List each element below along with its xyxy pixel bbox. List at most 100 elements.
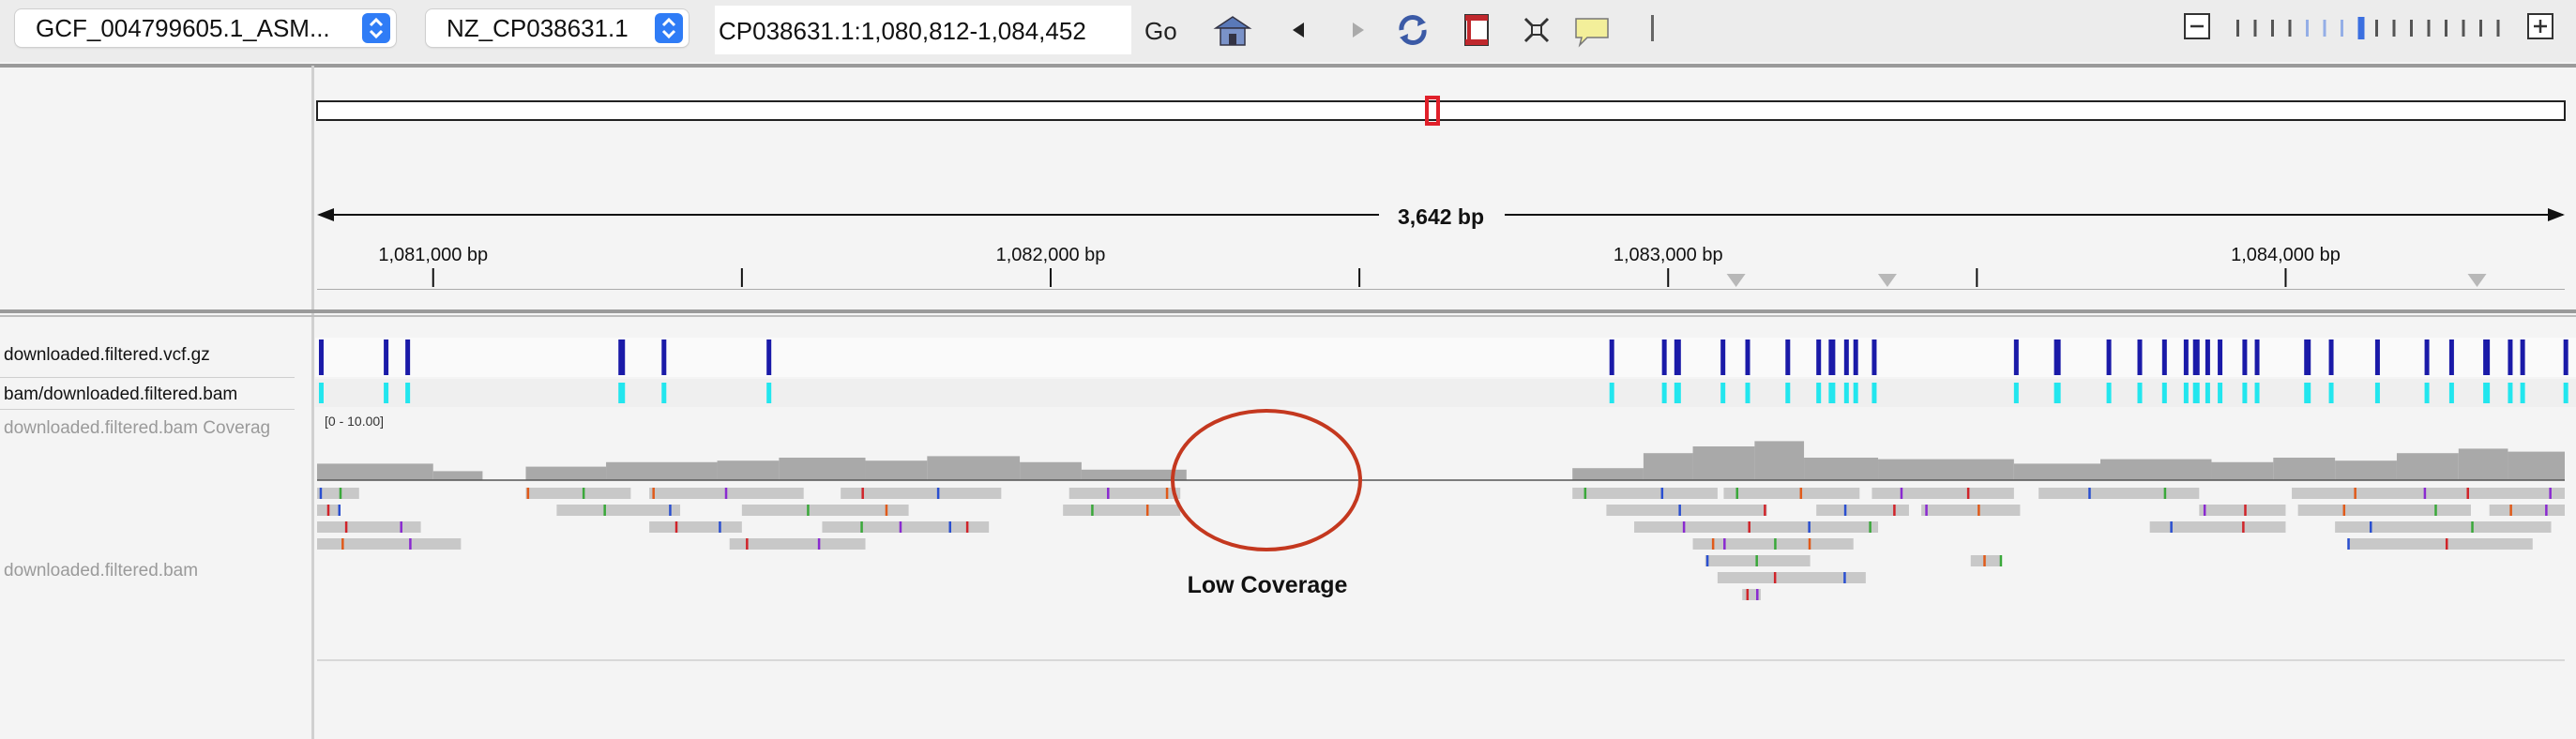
zoom-slider[interactable] [2231, 15, 2508, 41]
popup-info-icon[interactable] [1572, 11, 1614, 49]
read-mismatch [885, 505, 888, 516]
go-button[interactable]: Go [1144, 17, 1177, 46]
read-mismatch [1755, 555, 1758, 566]
read-mismatch [2347, 538, 2350, 550]
vcf-variant [2563, 339, 2568, 375]
alignment-read [1871, 488, 2014, 499]
vcf-variant [1828, 339, 1836, 375]
alignment-read [649, 521, 742, 533]
vcf-variant [2254, 339, 2260, 375]
ruler-tick-label: 1,081,000 bp [378, 245, 488, 265]
vcf-variant [1816, 339, 1822, 375]
read-mismatch [1660, 488, 1664, 499]
zoom-out-button[interactable] [2184, 13, 2210, 39]
bam-variant [2483, 383, 2491, 403]
bam-variant [2304, 383, 2311, 403]
vcf-variant [2304, 339, 2311, 375]
zoom-tick [2357, 17, 2365, 39]
vcf-variant [2013, 339, 2019, 375]
coverage-bar [432, 471, 483, 480]
alignment-read [1723, 488, 1860, 499]
read-mismatch [1999, 555, 2003, 566]
read-mismatch [1773, 572, 1777, 583]
read-mismatch [899, 521, 902, 533]
read-mismatch [1893, 505, 1896, 516]
span-arrow-right [2548, 208, 2565, 221]
bam-variant [766, 383, 772, 403]
vcf-variant [2192, 339, 2200, 375]
bam-variant [661, 383, 667, 403]
bam-variant [1745, 383, 1750, 403]
vcf-variant [1674, 339, 1681, 375]
alignment-read [741, 505, 909, 516]
feature-marker [1877, 274, 1897, 287]
vcf-variant [1843, 339, 1849, 375]
vcf-variant [2205, 339, 2210, 375]
read-mismatch [2423, 488, 2427, 499]
bam-variant [2520, 383, 2525, 403]
read-mismatch [2088, 488, 2091, 499]
vcf-track-background [315, 338, 2576, 377]
coverage-bar [1081, 469, 1187, 480]
coverage-bar [2100, 459, 2212, 480]
alignment-read [841, 488, 1002, 499]
forward-arrow-icon[interactable] [1336, 11, 1377, 49]
alignment-read [317, 521, 421, 533]
alignment-read [1063, 505, 1181, 516]
read-mismatch [965, 521, 969, 533]
region-of-interest-icon[interactable] [1456, 11, 1497, 49]
vcf-variant [618, 339, 626, 375]
read-mismatch [341, 538, 344, 550]
bam-variant [2448, 383, 2454, 403]
bam-variant [2242, 383, 2248, 403]
chromosome-value: NZ_CP038631.1 [447, 14, 629, 42]
toolbar: GCF_004799605.1_ASM... NZ_CP038631.1 CP0… [0, 0, 2576, 62]
read-mismatch [603, 505, 606, 516]
coverage-bar [779, 458, 866, 480]
read-mismatch [817, 538, 821, 550]
read-mismatch [1756, 589, 1759, 600]
genome-dropdown[interactable]: GCF_004799605.1_ASM... [15, 9, 396, 47]
read-mismatch [2354, 488, 2356, 499]
read-mismatch [1843, 572, 1846, 583]
alignment-read [2199, 505, 2286, 516]
coverage-range-label: [0 - 10.00] [325, 414, 384, 429]
alignment-read [525, 488, 631, 499]
alignment-read [1748, 521, 1879, 533]
read-mismatch [652, 488, 655, 499]
ruler-tick-label: 1,083,000 bp [1614, 245, 1723, 265]
fit-to-window-icon[interactable] [1516, 11, 1557, 49]
zoom-in-button[interactable] [2527, 13, 2553, 39]
locus-input[interactable]: CP038631.1:1,080,812-1,084,452 [715, 6, 1131, 54]
bam-variant [1871, 383, 1877, 403]
alignment-read [1970, 555, 2002, 566]
read-mismatch [1583, 488, 1587, 499]
bam-variant [2161, 383, 2167, 403]
read-mismatch [2170, 521, 2173, 533]
alignment-read [556, 505, 681, 516]
alignment-read [317, 538, 462, 550]
refresh-icon[interactable] [1392, 11, 1433, 49]
read-mismatch [1843, 505, 1847, 516]
read-mismatch [669, 505, 672, 516]
chromosome-dropdown[interactable]: NZ_CP038631.1 [426, 9, 689, 47]
back-arrow-icon[interactable] [1280, 11, 1321, 49]
vcf-variant [661, 339, 667, 375]
ruler-panel: 3,642 bp 1,081,000 bp 1,082,000 bp 1,083,0… [316, 96, 2566, 290]
vcf-variant [384, 339, 389, 375]
read-mismatch [936, 488, 940, 499]
span-arrow-left [317, 208, 334, 221]
chromosome-ideogram[interactable] [316, 100, 2566, 121]
bam-variant [2192, 383, 2200, 403]
read-mismatch [2549, 488, 2552, 499]
read-mismatch [724, 488, 728, 499]
read-mismatch [1746, 589, 1750, 600]
read-mismatch [582, 488, 585, 499]
read-mismatch [1682, 521, 1686, 533]
bam-variant [2218, 383, 2223, 403]
zoom-tick [2427, 20, 2431, 37]
home-icon[interactable] [1212, 11, 1253, 49]
read-mismatch [344, 521, 348, 533]
alignment-read [1606, 505, 1767, 516]
ruler-tick-label: 1,084,000 bp [2231, 245, 2341, 265]
